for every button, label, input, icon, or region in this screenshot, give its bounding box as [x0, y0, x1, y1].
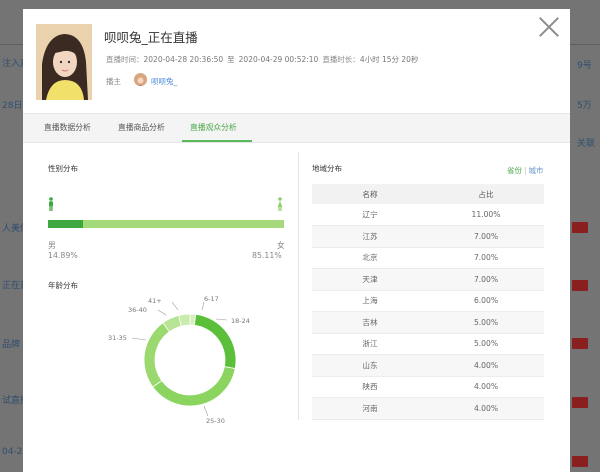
table-row: 北京 7.00%: [312, 247, 544, 269]
region-share: 6.00%: [428, 290, 544, 312]
age-distribution-title: 年龄分布: [48, 281, 78, 290]
tab-bar: [23, 113, 570, 143]
male-icon: [48, 196, 54, 211]
gender-bar-female: [48, 220, 284, 228]
age-leader-line: [203, 405, 209, 417]
table-row: 河南 4.00%: [312, 397, 544, 420]
male-label: 男: [48, 241, 56, 250]
gender-distribution-title: 性别分布: [48, 164, 78, 173]
panel-divider: [298, 152, 299, 420]
column-header-name: 名称: [312, 184, 428, 204]
region-name: 上海: [312, 290, 428, 312]
gender-bar-male: [48, 220, 84, 228]
background-text: 5万: [577, 101, 592, 111]
host-name-link[interactable]: 呗呗兔_: [151, 76, 177, 87]
age-label-41-plus: 41+: [148, 297, 162, 305]
region-share: 5.00%: [428, 311, 544, 334]
region-name: 吉林: [312, 311, 428, 334]
background-badge: [572, 338, 588, 349]
female-label: 女: [277, 241, 285, 250]
table-row: 上海 6.00%: [312, 290, 544, 312]
background-text: 品牌: [2, 340, 21, 350]
tab-live-audience-analysis[interactable]: 直播观众分析: [190, 122, 237, 133]
background-badge: [572, 280, 588, 291]
age-slice-18-24[interactable]: [193, 313, 237, 370]
region-name: 北京: [312, 247, 428, 269]
age-leader-line: [215, 318, 228, 321]
background-badge: [572, 222, 588, 233]
background-badge: [572, 397, 588, 408]
tab-city[interactable]: 城市: [529, 166, 544, 175]
age-leader-line: [157, 309, 167, 316]
age-slice-25-30[interactable]: [152, 366, 236, 407]
male-percent: 14.89%: [48, 251, 78, 260]
duration-label: 直播时长：: [322, 55, 360, 64]
age-donut-chart: 18-24 25-30 31-35 36-40 41+ 6-17: [108, 295, 250, 425]
region-share: 7.00%: [428, 268, 544, 291]
female-percent: 85.11%: [252, 251, 282, 260]
host-avatar[interactable]: [134, 73, 147, 86]
table-row: 浙江 5.00%: [312, 333, 544, 355]
age-leader-line: [171, 301, 179, 311]
region-name: 陕西: [312, 376, 428, 398]
table-row: 天津 7.00%: [312, 268, 544, 291]
age-label-31-35: 31-35: [108, 334, 127, 342]
end-time: 2020-04-29 00:52:10: [238, 55, 319, 64]
host-label: 播主: [106, 77, 121, 86]
region-share: 7.00%: [428, 225, 544, 248]
age-label-18-24: 18-24: [231, 317, 250, 325]
close-icon[interactable]: [538, 16, 560, 38]
region-name: 江苏: [312, 225, 428, 248]
age-label-36-40: 36-40: [128, 306, 147, 314]
background-badge: [572, 456, 588, 467]
region-name: 天津: [312, 268, 428, 291]
age-leader-line: [201, 301, 205, 311]
female-icon: [277, 196, 283, 211]
table-row: 江苏 7.00%: [312, 225, 544, 248]
region-share: 5.00%: [428, 333, 544, 355]
page-title: 呗呗兔_正在直播: [104, 30, 198, 45]
background-text: 关联: [577, 139, 596, 149]
tab-province[interactable]: 省份: [507, 166, 522, 175]
table-row: 陕西 4.00%: [312, 376, 544, 398]
region-share: 4.00%: [428, 376, 544, 398]
region-name: 辽宁: [312, 204, 428, 226]
background-text: 28日: [2, 101, 23, 111]
region-share: 7.00%: [428, 247, 544, 269]
region-share: 11.00%: [428, 204, 544, 226]
age-leader-line: [131, 337, 147, 341]
age-slice-31-35[interactable]: [143, 322, 170, 388]
streamer-avatar: [36, 24, 92, 100]
region-share: 4.00%: [428, 397, 544, 420]
tab-live-product-analysis[interactable]: 直播商品分析: [118, 122, 165, 133]
age-label-6-17: 6-17: [204, 295, 219, 303]
broadcast-meta: 直播时间：2020-04-28 20:36:50 至 2020-04-29 00:5…: [106, 54, 418, 65]
table-row: 辽宁 11.00%: [312, 204, 544, 226]
duration-value: 4小时 15分 20秒: [359, 55, 419, 64]
region-name: 河南: [312, 397, 428, 420]
time-range-to: 至: [227, 55, 235, 64]
region-tabs: 省份 | 城市: [507, 165, 544, 176]
region-name: 浙江: [312, 333, 428, 355]
active-tab-indicator: [182, 140, 252, 142]
start-time-label: 直播时间：: [106, 55, 144, 64]
region-tab-separator: |: [524, 166, 527, 175]
table-row: 吉林 5.00%: [312, 311, 544, 334]
background-text: 9号: [577, 61, 592, 71]
column-header-share: 占比: [428, 184, 544, 204]
region-table: 名称 占比 辽宁 11.00% 江苏 7.00% 北京 7.00% 天津 7.00% 上…: [312, 184, 544, 420]
age-label-25-30: 25-30: [206, 417, 225, 425]
region-distribution-title: 地域分布: [312, 164, 342, 173]
start-time: 2020-04-28 20:36:50: [143, 55, 224, 64]
tab-live-data-analysis[interactable]: 直播数据分析: [44, 122, 91, 133]
table-row: 山东 4.00%: [312, 354, 544, 377]
region-share: 4.00%: [428, 354, 544, 377]
region-name: 山东: [312, 354, 428, 377]
